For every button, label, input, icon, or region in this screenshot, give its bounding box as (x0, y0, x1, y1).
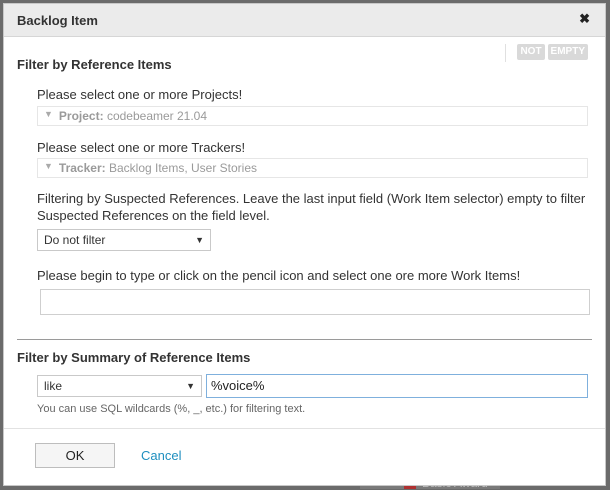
filter-toggles: NOT EMPTY (517, 44, 588, 60)
close-icon[interactable]: ✖ (579, 11, 590, 27)
tracker-value: Backlog Items, User Stories (108, 161, 258, 175)
dialog-titlebar: Backlog Item ✖ (4, 4, 605, 37)
triangle-down-icon: ▼ (44, 109, 53, 119)
chevron-down-icon: ▼ (195, 235, 204, 245)
work-items-label: Please begin to type or click on the pen… (37, 268, 521, 283)
chevron-down-icon: ▼ (186, 381, 195, 391)
summary-operator-value: like (44, 379, 63, 393)
summary-value-input[interactable]: %voice% (206, 374, 588, 398)
sql-wildcard-hint: You can use SQL wildcards (%, _, etc.) f… (37, 403, 306, 415)
dialog-title: Backlog Item (17, 13, 98, 28)
suspected-label: Filtering by Suspected References. Leave… (37, 191, 586, 223)
projects-label: Please select one or more Projects! (37, 87, 243, 102)
project-value: codebeamer 21.04 (106, 109, 208, 123)
toggle-divider (505, 44, 506, 62)
summary-section-title: Filter by Summary of Reference Items (17, 350, 251, 365)
summary-operator-select[interactable]: like ▼ (37, 375, 202, 397)
footer-divider (4, 428, 605, 429)
tracker-selector[interactable]: ▼ Tracker: Backlog Items, User Stories (37, 158, 588, 178)
not-toggle[interactable]: NOT (517, 44, 545, 60)
suspected-filter-value: Do not filter (44, 233, 106, 247)
project-selector[interactable]: ▼ Project: codebeamer 21.04 (37, 106, 588, 126)
suspected-filter-select[interactable]: Do not filter ▼ (37, 229, 211, 251)
triangle-down-icon: ▼ (44, 161, 53, 171)
empty-toggle[interactable]: EMPTY (547, 44, 588, 60)
work-items-input[interactable] (40, 289, 590, 315)
cancel-link[interactable]: Cancel (141, 448, 181, 463)
section-divider (17, 339, 592, 340)
tracker-key: Tracker: (58, 161, 106, 175)
trackers-label: Please select one or more Trackers! (37, 140, 246, 155)
project-key: Project: (58, 109, 104, 123)
reference-section-title: Filter by Reference Items (17, 57, 172, 72)
ok-button[interactable]: OK (35, 443, 115, 468)
backlog-item-dialog: Backlog Item ✖ NOT EMPTY Filter by Refer… (3, 3, 606, 486)
